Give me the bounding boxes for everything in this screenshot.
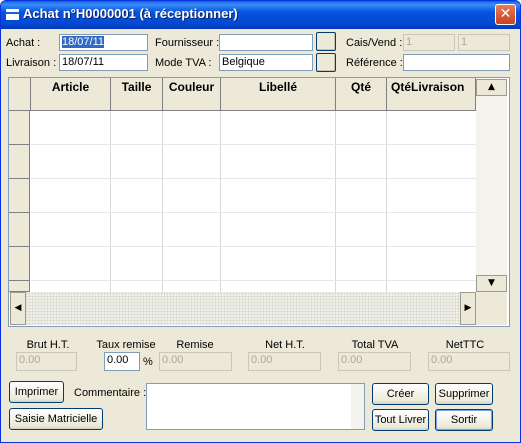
fournisseur-field[interactable] bbox=[219, 34, 313, 51]
scroll-down-button[interactable]: ▼ bbox=[476, 275, 507, 292]
supprimer-button[interactable]: Supprimer bbox=[435, 383, 493, 405]
livraison-date-field[interactable]: 18/07/11 bbox=[59, 54, 148, 71]
close-button[interactable]: ✕ bbox=[495, 4, 516, 25]
commentaire-field[interactable] bbox=[146, 383, 365, 430]
grid-column-divider bbox=[335, 111, 336, 292]
row-header[interactable] bbox=[9, 179, 30, 213]
cais-field[interactable]: 1 bbox=[403, 34, 455, 51]
cais-vend-label: Cais/Vend : bbox=[346, 37, 403, 49]
window-title: Achat n°H0000001 (à réceptionner) bbox=[23, 6, 238, 21]
sortir-button[interactable]: Sortir bbox=[435, 409, 493, 431]
row-header[interactable] bbox=[9, 247, 30, 281]
row-header[interactable] bbox=[9, 213, 30, 247]
grid-row-divider bbox=[31, 246, 476, 247]
total-tva-field[interactable]: 0.00 bbox=[338, 352, 411, 371]
fournisseur-lookup-button[interactable] bbox=[316, 32, 336, 51]
scroll-left-button[interactable]: ◀ bbox=[10, 292, 26, 325]
row-header[interactable] bbox=[9, 281, 30, 292]
grid-row-divider bbox=[31, 212, 476, 213]
grid-vertical-scrollbar[interactable]: ▲ ▼ bbox=[476, 79, 507, 292]
brut-ht-label: Brut H.T. bbox=[26, 339, 70, 351]
col-header-qte[interactable]: Qté bbox=[336, 78, 387, 111]
achat-date-field[interactable]: 18/07/11 bbox=[59, 34, 148, 51]
taux-remise-field[interactable]: 0.00 bbox=[104, 352, 140, 371]
col-header-couleur[interactable]: Couleur bbox=[163, 78, 221, 111]
net-ttc-field[interactable]: 0.00 bbox=[428, 352, 510, 371]
mode-tva-field[interactable]: Belgique bbox=[219, 54, 313, 71]
creer-button[interactable]: Créer bbox=[372, 383, 429, 405]
scroll-up-button[interactable]: ▲ bbox=[476, 79, 507, 96]
mode-tva-lookup-button[interactable] bbox=[316, 53, 336, 72]
grid-row-divider bbox=[31, 280, 476, 281]
grid-column-divider bbox=[110, 111, 111, 292]
mode-tva-label: Mode TVA : bbox=[155, 57, 212, 69]
net-ttc-label: NetTTC bbox=[445, 339, 485, 351]
grid-corner-header bbox=[9, 78, 31, 111]
remise-label: Remise bbox=[176, 339, 214, 351]
row-header[interactable] bbox=[9, 145, 30, 179]
scroll-right-button[interactable]: ▶ bbox=[460, 292, 476, 325]
col-header-taille[interactable]: Taille bbox=[111, 78, 163, 111]
row-header[interactable] bbox=[9, 111, 30, 145]
fournisseur-label: Fournisseur : bbox=[155, 37, 220, 49]
grid-row-divider bbox=[31, 178, 476, 179]
imprimer-button[interactable]: Imprimer bbox=[9, 381, 64, 403]
total-tva-label: Total TVA bbox=[351, 339, 399, 351]
net-ht-field[interactable]: 0.00 bbox=[248, 352, 321, 371]
article-grid[interactable]: Article Taille Couleur Libellé Qté QtéLi… bbox=[8, 77, 510, 327]
scrollbar-corner bbox=[476, 292, 507, 325]
col-header-libelle[interactable]: Libellé bbox=[221, 78, 336, 111]
remise-field[interactable]: 0.00 bbox=[159, 352, 232, 371]
commentaire-label: Commentaire : bbox=[74, 387, 147, 399]
window-app-icon bbox=[6, 9, 19, 20]
percent-label: % bbox=[143, 356, 153, 368]
net-ht-label: Net H.T. bbox=[265, 339, 305, 351]
achat-date-label: Achat : bbox=[6, 37, 41, 49]
grid-row-divider bbox=[31, 144, 476, 145]
saisie-matricielle-button[interactable]: Saisie Matricielle bbox=[9, 408, 103, 430]
brut-ht-field[interactable]: 0.00 bbox=[16, 352, 77, 371]
grid-column-divider bbox=[162, 111, 163, 292]
purchase-window: Achat n°H0000001 (à réceptionner) ✕ Acha… bbox=[0, 0, 521, 443]
tout-livrer-button[interactable]: Tout Livrer bbox=[372, 409, 429, 431]
grid-horizontal-scrollbar[interactable]: ◀ ▶ bbox=[10, 292, 476, 325]
reference-label: Référence : bbox=[346, 57, 403, 69]
vend-field[interactable]: 1 bbox=[458, 34, 510, 51]
livraison-date-label: Livraison : bbox=[6, 57, 57, 69]
col-header-qte-livraison[interactable]: QtéLivraison bbox=[387, 78, 476, 111]
commentaire-scrollbar[interactable] bbox=[351, 384, 364, 429]
grid-column-divider bbox=[220, 111, 221, 292]
achat-date-value: 18/07/11 bbox=[62, 36, 105, 48]
col-header-article[interactable]: Article bbox=[31, 78, 111, 111]
grid-column-divider bbox=[386, 111, 387, 292]
reference-field[interactable] bbox=[403, 54, 510, 71]
